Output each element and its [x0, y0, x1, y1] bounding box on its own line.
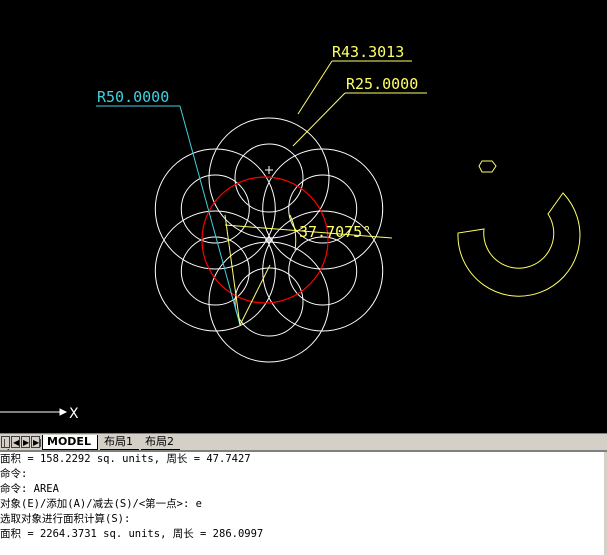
prev-icon: ◀ — [13, 438, 20, 447]
first-tab-button[interactable]: |◀ — [1, 436, 10, 456]
command-window[interactable]: 面积 = 158.2292 sq. units, 周长 = 47.7427 命令… — [0, 450, 607, 555]
command-history-line: 面积 = 2264.3731 sq. units, 周长 = 286.0997 — [0, 528, 264, 540]
command-history-line: 命令: — [0, 468, 28, 480]
ring-circle — [262, 148, 384, 270]
ring-circle — [180, 236, 250, 306]
prev-tab-button[interactable]: ◀ — [11, 436, 20, 448]
ring-circle — [208, 241, 330, 363]
angle-dimension: 37.7075° — [299, 223, 371, 241]
drawing-canvas[interactable]: R50.0000 R43.3013 R25.0000 37.7075° X — [0, 0, 607, 433]
tab-layout2[interactable]: 布局2 — [140, 435, 180, 450]
dimension-r43: R43.3013 — [332, 43, 404, 61]
dimension-r25: R25.0000 — [346, 75, 418, 93]
last-icon: ▶| — [33, 438, 42, 447]
command-history-line: 对象(E)/添加(A)/减去(S)/<第一点>: e — [0, 498, 202, 510]
command-history-line: 面积 = 158.2292 sq. units, 周长 = 47.7427 — [0, 453, 251, 465]
next-icon: ▶ — [23, 438, 30, 447]
ucs-axis-label: X — [69, 406, 79, 422]
tab-model[interactable]: MODEL — [42, 434, 98, 450]
ring-circle — [208, 117, 330, 239]
ring-circle — [154, 148, 276, 270]
command-history-line: 选取对象进行面积计算(S): — [0, 513, 131, 525]
layout-tab-bar: |◀ ◀ ▶ ▶| MODEL 布局1 布局2 — [0, 433, 607, 456]
tab-layout1[interactable]: 布局1 — [99, 435, 139, 450]
last-tab-button[interactable]: ▶| — [31, 436, 42, 448]
ring-circle — [234, 143, 304, 213]
next-tab-button[interactable]: ▶ — [21, 436, 30, 448]
ring-circle — [154, 210, 276, 332]
ucs-icon — [0, 408, 68, 416]
command-history-line: 命令: AREA — [0, 483, 59, 495]
crescent-shape — [457, 192, 581, 297]
hexagon-shape — [478, 160, 497, 173]
dimension-r50: R50.0000 — [97, 88, 169, 106]
ring-circle — [288, 236, 358, 306]
ring-circle — [234, 267, 304, 337]
ring-circle — [180, 174, 250, 244]
